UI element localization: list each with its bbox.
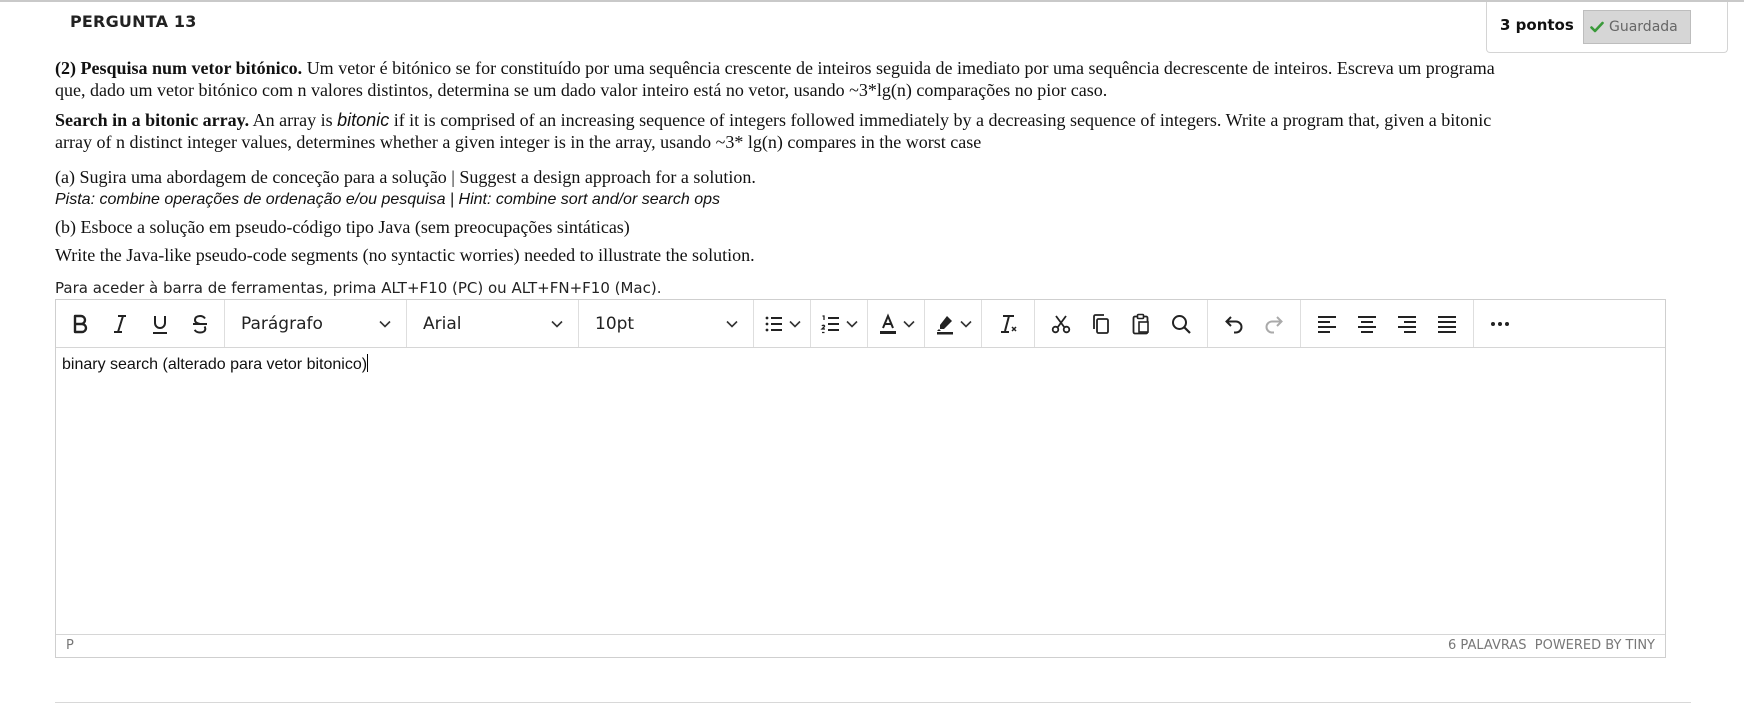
align-right-icon (1398, 315, 1416, 333)
text-caret (367, 354, 369, 372)
text-color-icon (880, 312, 896, 334)
editor-statusbar: P 6 PALAVRAS POWERED BY TINY (56, 634, 1665, 657)
clipboard-group (1035, 300, 1208, 347)
prompt-en-pre: An array is (249, 110, 338, 130)
clear-group (982, 300, 1035, 347)
more-icon (1491, 321, 1509, 326)
strikethrough-button[interactable] (180, 304, 220, 344)
bold-button[interactable] (60, 304, 100, 344)
copy-button[interactable] (1081, 304, 1121, 344)
undo-icon (1225, 315, 1243, 333)
prompt-en-post: if it is comprised of an increasing sequ… (389, 110, 1492, 130)
chevron-down-icon (788, 317, 802, 331)
paste-icon (1132, 313, 1149, 334)
cut-button[interactable] (1041, 304, 1081, 344)
underline-icon (153, 315, 167, 334)
align-center-icon (1358, 315, 1376, 333)
prompt-en-line-1: Search in a bitonic array. An array is b… (55, 109, 1491, 131)
editor-toolbar: Parágrafo Arial 10pt (56, 300, 1665, 348)
font-family-select[interactable]: Arial (407, 300, 579, 347)
element-path[interactable]: P (66, 638, 74, 653)
chevron-down-icon (902, 317, 916, 331)
block-format-value: Parágrafo (241, 313, 323, 334)
format-group (56, 300, 225, 347)
hint-text: Pista: combine operações de ordenação e/… (55, 191, 720, 208)
align-left-icon (1318, 315, 1336, 333)
block-format-select[interactable]: Parágrafo (225, 300, 407, 347)
cut-icon (1051, 314, 1071, 333)
prompt-pt-heading: (2) Pesquisa num vetor bitónico. (55, 58, 303, 78)
paste-button[interactable] (1121, 304, 1161, 344)
bold-icon (73, 314, 88, 333)
numbered-list-button[interactable] (811, 300, 868, 347)
text-color-button[interactable] (868, 300, 925, 347)
align-justify-icon (1438, 315, 1456, 333)
more-group (1474, 300, 1526, 347)
italic-button[interactable] (100, 304, 140, 344)
align-right-button[interactable] (1387, 304, 1427, 344)
part-b-text: (b) Esboce a solução em pseudo-código ti… (55, 217, 630, 237)
redo-button[interactable] (1254, 304, 1294, 344)
saved-status-label: Guardada (1609, 19, 1678, 35)
font-size-value: 10pt (595, 313, 635, 334)
bullet-list-button[interactable] (754, 300, 811, 347)
check-icon (1590, 20, 1604, 34)
find-replace-button[interactable] (1161, 304, 1201, 344)
part-a-text: (a) Sugira uma abordagem de conceção par… (55, 167, 756, 187)
highlight-icon (937, 315, 953, 334)
question-title: PERGUNTA 13 (70, 12, 197, 31)
redo-icon (1265, 315, 1283, 333)
numbered-list-icon (820, 314, 839, 333)
italic-icon (114, 314, 126, 333)
prompt-en-line-2: array of n distinct integer values, dete… (55, 132, 982, 152)
prompt-en-heading: Search in a bitonic array. (55, 110, 250, 130)
part-b-en-text: Write the Java-like pseudo-code segments… (55, 245, 755, 265)
chevron-down-icon (959, 317, 973, 331)
more-button[interactable] (1480, 304, 1520, 344)
statusbar-right: 6 PALAVRAS POWERED BY TINY (1448, 638, 1655, 653)
align-left-button[interactable] (1307, 304, 1347, 344)
align-center-button[interactable] (1347, 304, 1387, 344)
top-divider (0, 0, 1744, 2)
font-size-select[interactable]: 10pt (579, 300, 754, 347)
editor-content-text: binary search (alterado para vetor biton… (62, 356, 368, 373)
rich-text-editor: Parágrafo Arial 10pt binary search (alte… (55, 299, 1666, 658)
chevron-down-icon (378, 317, 392, 331)
highlight-button[interactable] (925, 300, 982, 347)
toolbar-access-hint: Para aceder à barra de ferramentas, prim… (55, 279, 662, 297)
align-group (1301, 300, 1474, 347)
prompt-en-italic: bitonic (337, 110, 390, 130)
prompt-pt-text-1: Um vetor é bitónico se for constituído p… (302, 58, 1495, 78)
underline-button[interactable] (140, 304, 180, 344)
clear-format-icon (1001, 314, 1017, 333)
bottom-divider (55, 702, 1691, 703)
prompt-pt-line-2: que, dado um vetor bitónico com n valore… (55, 80, 1108, 100)
question-points: 3 pontos (1500, 16, 1574, 34)
chevron-down-icon (725, 317, 739, 331)
prompt-pt-line-1: (2) Pesquisa num vetor bitónico. Um veto… (55, 57, 1495, 79)
chevron-down-icon (550, 317, 564, 331)
history-group (1208, 300, 1301, 347)
editor-content-area[interactable]: binary search (alterado para vetor biton… (62, 354, 369, 374)
align-justify-button[interactable] (1427, 304, 1467, 344)
bullet-list-icon (765, 316, 782, 331)
powered-by-link[interactable]: POWERED BY TINY (1535, 638, 1655, 653)
saved-status-badge: Guardada (1583, 10, 1691, 44)
chevron-down-icon (845, 317, 859, 331)
clear-format-button[interactable] (988, 304, 1028, 344)
word-count[interactable]: 6 PALAVRAS (1448, 638, 1526, 653)
undo-button[interactable] (1214, 304, 1254, 344)
copy-icon (1093, 313, 1109, 334)
font-family-value: Arial (423, 313, 462, 334)
search-icon (1172, 314, 1191, 334)
strikethrough-icon (193, 314, 207, 334)
